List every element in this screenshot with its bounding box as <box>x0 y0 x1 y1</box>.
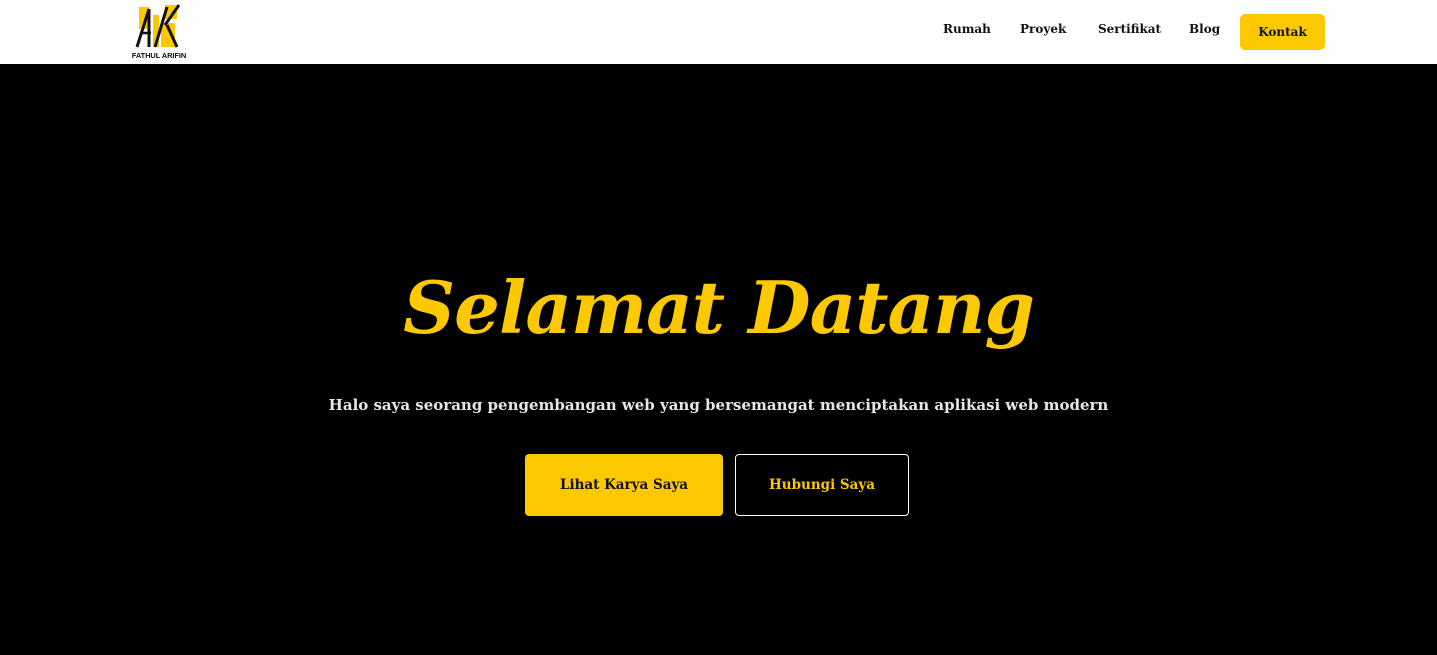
nav-item-proyek[interactable]: Proyek <box>1020 22 1066 36</box>
hero-subtitle: Halo saya seorang pengembangan web yang … <box>328 396 1109 414</box>
site-header: FATHUL ARIFIN Rumah Proyek Sertifikat Bl… <box>0 0 1437 64</box>
view-work-button[interactable]: Lihat Karya Saya <box>525 454 723 516</box>
main-nav: Rumah Proyek Sertifikat Blog Kontak <box>0 0 1437 64</box>
nav-item-blog[interactable]: Blog <box>1189 22 1220 36</box>
contact-button[interactable]: Kontak <box>1240 14 1325 50</box>
hero-title: Selamat Datang <box>403 265 1035 350</box>
hero-section: Selamat Datang Halo saya seorang pengemb… <box>0 64 1437 655</box>
nav-item-rumah[interactable]: Rumah <box>943 22 991 36</box>
contact-me-button[interactable]: Hubungi Saya <box>735 454 909 516</box>
nav-item-sertifikat[interactable]: Sertifikat <box>1098 22 1161 36</box>
